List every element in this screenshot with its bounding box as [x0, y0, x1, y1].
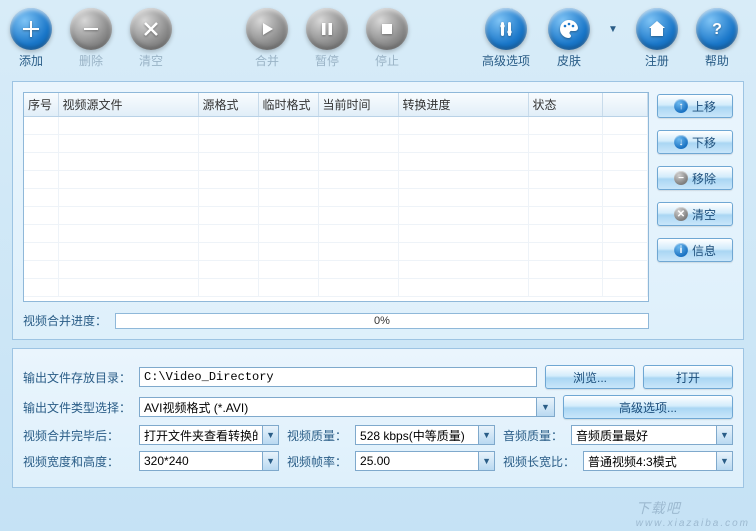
chevron-down-icon[interactable]: ▼: [537, 397, 555, 417]
skin-button[interactable]: 皮肤: [548, 8, 590, 69]
merge-progress-row: 视频合并进度： 0%: [23, 312, 649, 329]
video-quality-select[interactable]: [355, 425, 479, 445]
table-row: [24, 153, 648, 171]
main-toolbar: 添加 删除 清空 合并 暂停: [0, 0, 756, 73]
col-seq[interactable]: 序号: [24, 93, 58, 117]
advanced-options-button[interactable]: 高级选项: [482, 8, 530, 69]
x-icon: ✕: [674, 207, 688, 221]
table-row: [24, 189, 648, 207]
chevron-down-icon[interactable]: ▼: [479, 425, 495, 445]
register-button[interactable]: 注册: [636, 8, 678, 69]
output-type-select[interactable]: [139, 397, 537, 417]
video-size-select[interactable]: [139, 451, 263, 471]
stop-icon: [366, 8, 408, 50]
audio-quality-label: 音频质量：: [503, 427, 563, 444]
video-fps-label: 视频帧率：: [287, 453, 347, 470]
help-button[interactable]: ? 帮助: [696, 8, 738, 69]
col-tmpfmt[interactable]: 临时格式: [258, 93, 318, 117]
merge-progress-label: 视频合并进度：: [23, 312, 107, 329]
plus-icon: [10, 8, 52, 50]
move-down-button[interactable]: ↓下移: [657, 130, 733, 154]
open-button[interactable]: 打开: [643, 365, 733, 389]
clear-button[interactable]: 清空: [130, 8, 172, 69]
question-icon: ?: [696, 8, 738, 50]
info-button[interactable]: i信息: [657, 238, 733, 262]
watermark: 下载吧 www.xiazaiba.com: [636, 498, 750, 529]
chevron-down-icon[interactable]: ▼: [263, 451, 279, 471]
minus-icon: −: [674, 171, 688, 185]
clear-list-button[interactable]: ✕清空: [657, 202, 733, 226]
after-merge-label: 视频合并完毕后：: [23, 427, 131, 444]
video-size-label: 视频宽度和高度：: [23, 453, 131, 470]
col-curtime[interactable]: 当前时间: [318, 93, 398, 117]
chevron-down-icon[interactable]: ▼: [263, 425, 279, 445]
advanced-settings-button[interactable]: 高级选项...: [563, 395, 733, 419]
output-settings-panel: 输出文件存放目录： 浏览... 打开 输出文件类型选择： ▼ 高级选项... 视…: [12, 348, 744, 488]
table-row: [24, 261, 648, 279]
table-row: [24, 207, 648, 225]
output-dir-label: 输出文件存放目录：: [23, 369, 131, 386]
output-dir-input[interactable]: [139, 367, 537, 387]
table-row: [24, 171, 648, 189]
side-buttons: ↑上移 ↓下移 −移除 ✕清空 i信息: [657, 92, 733, 329]
col-progress[interactable]: 转换进度: [398, 93, 528, 117]
svg-text:?: ?: [712, 21, 722, 38]
table-row: [24, 279, 648, 297]
info-icon: i: [674, 243, 688, 257]
table-row: [24, 243, 648, 261]
remove-button[interactable]: −移除: [657, 166, 733, 190]
merge-progress-bar: 0%: [115, 313, 649, 329]
delete-button[interactable]: 删除: [70, 8, 112, 69]
sliders-icon: [485, 8, 527, 50]
table-row: [24, 225, 648, 243]
pause-icon: [306, 8, 348, 50]
list-panel: 序号 视频源文件 源格式 临时格式 当前时间 转换进度 状态: [12, 81, 744, 340]
play-icon: [246, 8, 288, 50]
grid-header-row: 序号 视频源文件 源格式 临时格式 当前时间 转换进度 状态: [24, 93, 648, 117]
arrow-up-icon: ↑: [674, 99, 688, 113]
table-row: [24, 117, 648, 135]
home-icon: [636, 8, 678, 50]
col-srcfmt[interactable]: 源格式: [198, 93, 258, 117]
skin-icon: [548, 8, 590, 50]
chevron-down-icon[interactable]: ▼: [717, 451, 733, 471]
col-status[interactable]: 状态: [528, 93, 602, 117]
move-up-button[interactable]: ↑上移: [657, 94, 733, 118]
merge-button[interactable]: 合并: [246, 8, 288, 69]
file-grid[interactable]: 序号 视频源文件 源格式 临时格式 当前时间 转换进度 状态: [23, 92, 649, 302]
video-fps-select[interactable]: [355, 451, 479, 471]
table-row: [24, 135, 648, 153]
chevron-down-icon[interactable]: ▼: [717, 425, 733, 445]
chevron-down-icon[interactable]: ▼: [479, 451, 495, 471]
video-quality-label: 视频质量：: [287, 427, 347, 444]
audio-quality-select[interactable]: [571, 425, 717, 445]
aspect-ratio-label: 视频长宽比：: [503, 453, 575, 470]
aspect-ratio-select[interactable]: [583, 451, 717, 471]
output-type-label: 输出文件类型选择：: [23, 399, 131, 416]
add-button[interactable]: 添加: [10, 8, 52, 69]
arrow-down-icon: ↓: [674, 135, 688, 149]
minus-icon: [70, 8, 112, 50]
stop-button[interactable]: 停止: [366, 8, 408, 69]
after-merge-select[interactable]: [139, 425, 263, 445]
col-source[interactable]: 视频源文件: [58, 93, 198, 117]
skin-dropdown-icon[interactable]: ▼: [608, 24, 618, 53]
browse-button[interactable]: 浏览...: [545, 365, 635, 389]
x-icon: [130, 8, 172, 50]
pause-button[interactable]: 暂停: [306, 8, 348, 69]
